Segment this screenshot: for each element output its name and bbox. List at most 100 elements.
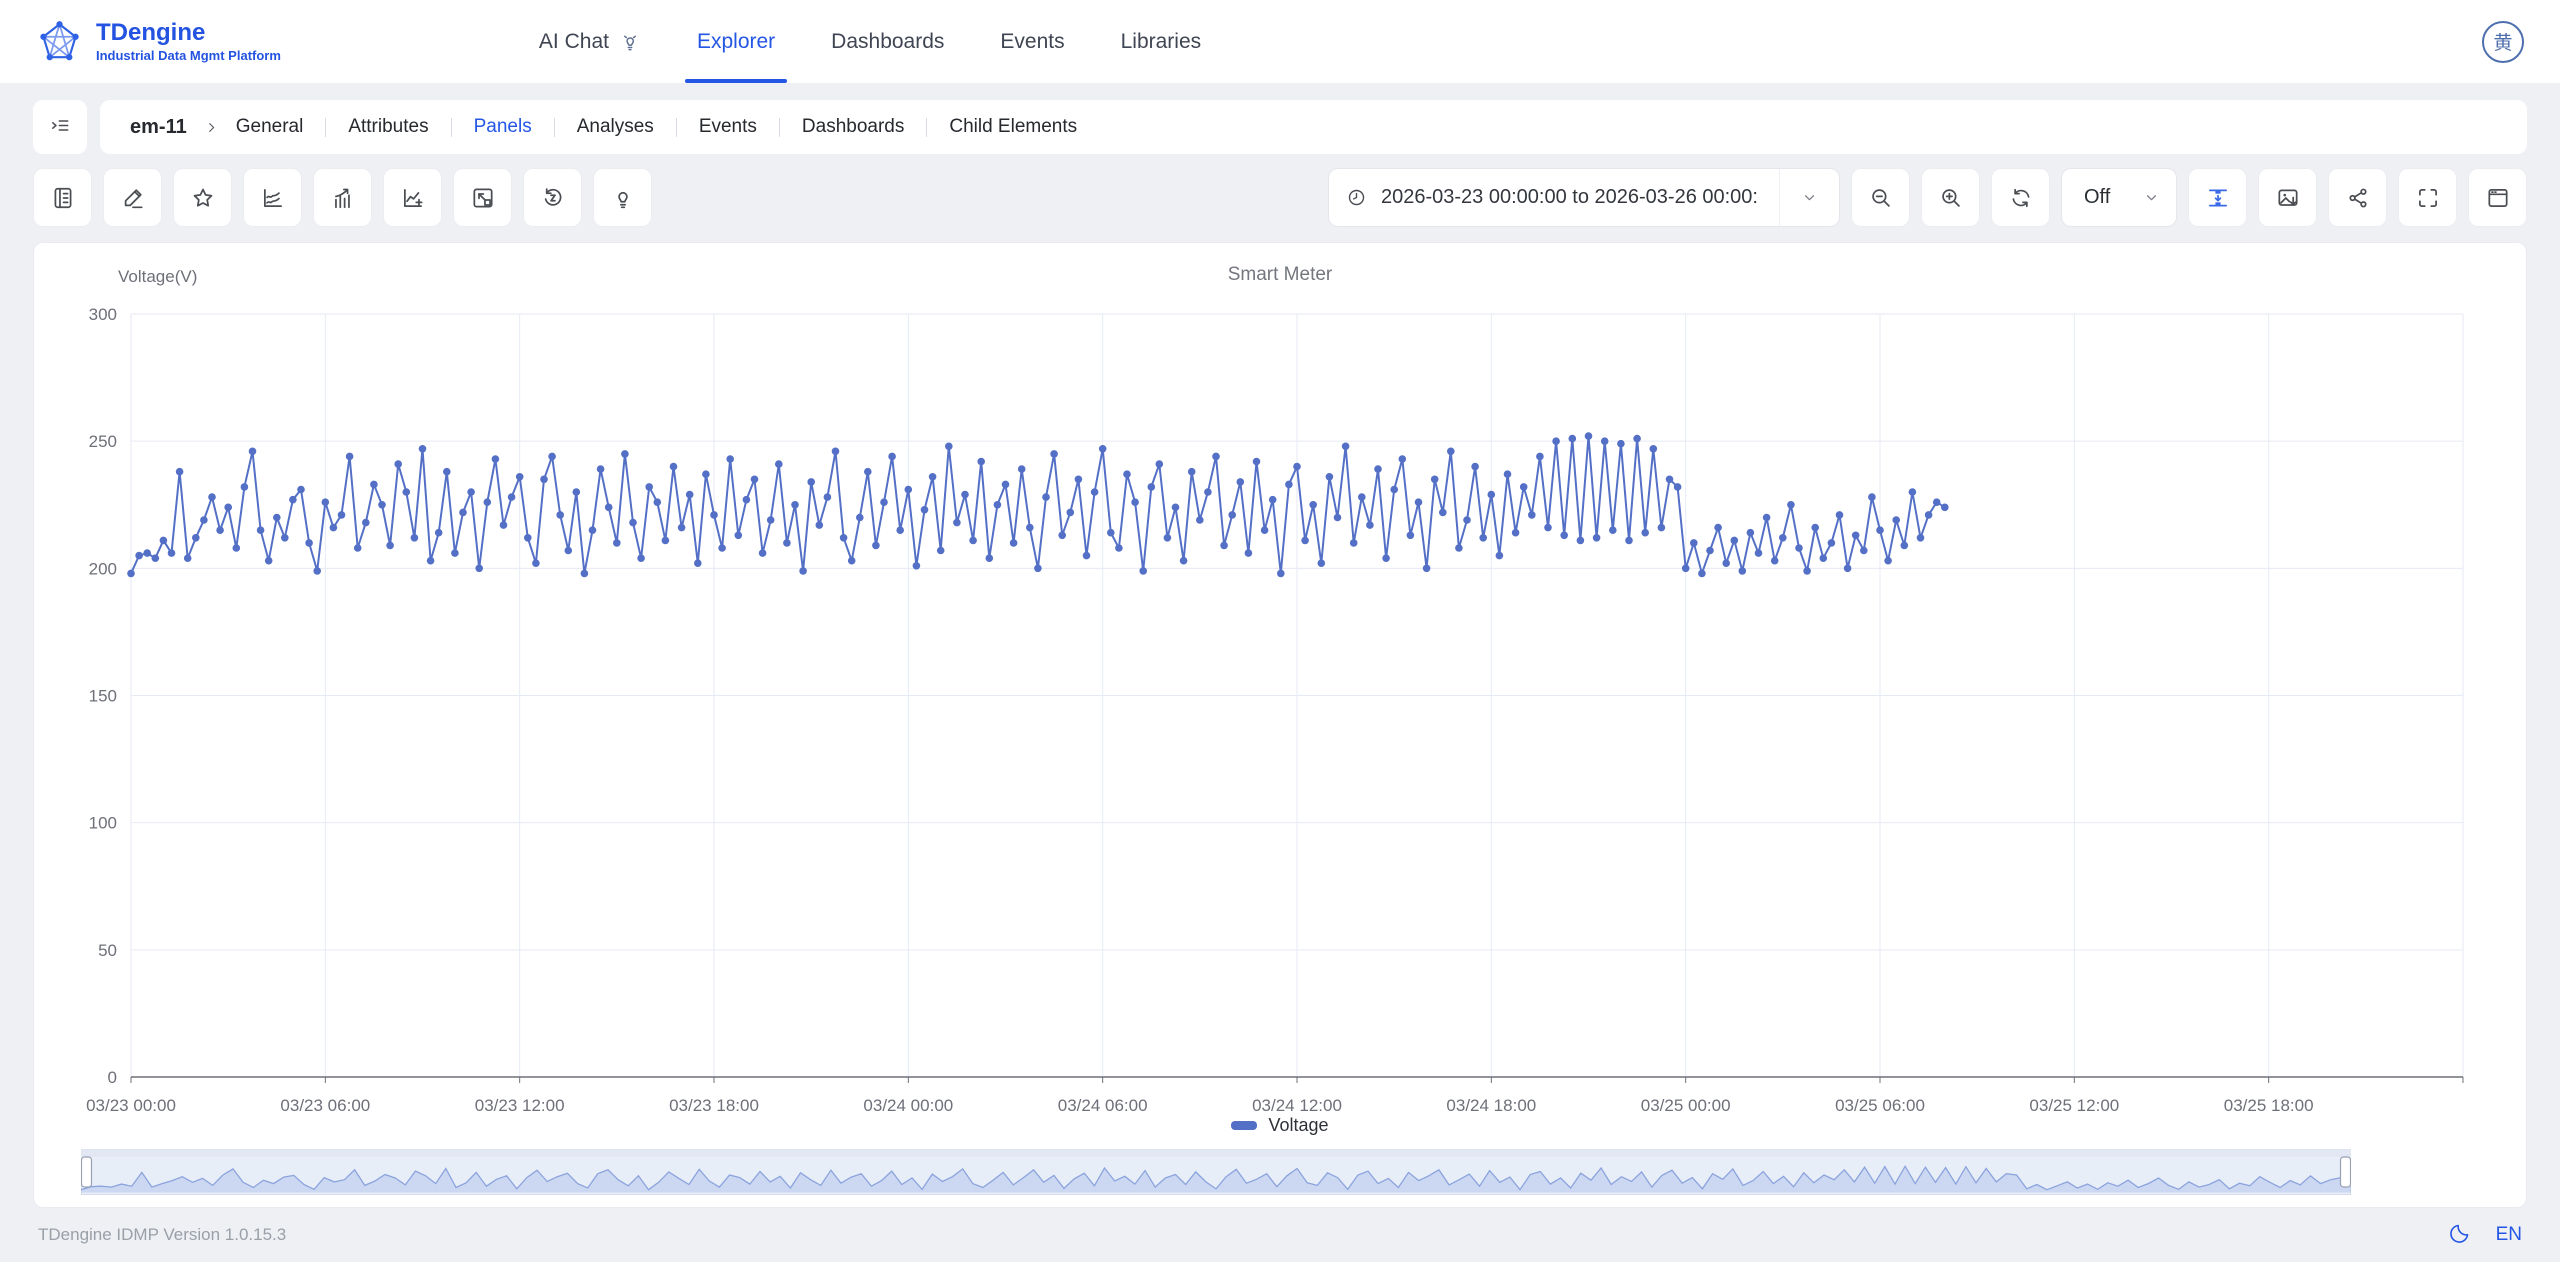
dark-mode-toggle[interactable] — [2448, 1221, 2472, 1250]
sidebar-toggle-button[interactable] — [33, 100, 87, 154]
zoom-out-button[interactable] — [1851, 168, 1910, 227]
window-icon — [2485, 185, 2511, 211]
tdengine-logo-icon — [36, 18, 83, 65]
svg-text:250: 250 — [89, 432, 117, 451]
refresh-interval-select[interactable]: Off — [2061, 168, 2177, 227]
brand-logo[interactable]: TDengine Industrial Data Mgmt Platform — [36, 18, 281, 65]
share-icon — [2345, 185, 2371, 211]
ai-bulb-icon — [619, 31, 641, 53]
svg-text:0: 0 — [108, 1068, 117, 1087]
panel-list-button[interactable] — [33, 168, 92, 227]
sidebar-toggle-icon — [49, 114, 72, 140]
app-footer: TDengine IDMP Version 1.0.15.3 EN — [0, 1208, 2560, 1262]
refresh-icon — [2008, 185, 2034, 211]
svg-text:03/24 18:00: 03/24 18:00 — [1446, 1096, 1536, 1115]
nav-tab-explorer[interactable]: Explorer — [669, 0, 803, 83]
edit-button[interactable] — [103, 168, 162, 227]
time-scrubber[interactable] — [81, 1149, 2351, 1195]
resize-button[interactable] — [453, 168, 512, 227]
language-switch[interactable]: EN — [2496, 1224, 2522, 1246]
nav-tab-label: Explorer — [697, 30, 775, 54]
separator — [325, 118, 326, 137]
share-button[interactable] — [2328, 168, 2387, 227]
refresh-button[interactable] — [1991, 168, 2050, 227]
star-icon — [190, 185, 216, 211]
crumb-tab-analyses[interactable]: Analyses — [577, 116, 654, 138]
nav-tab-events[interactable]: Events — [972, 0, 1092, 83]
clock-icon — [1346, 187, 1367, 208]
nav-tab-label: Events — [1000, 30, 1064, 54]
new-window-button[interactable] — [2468, 168, 2527, 227]
brand-title: TDengine — [96, 20, 281, 46]
svg-text:03/25 00:00: 03/25 00:00 — [1641, 1096, 1731, 1115]
history-icon — [540, 185, 566, 211]
svg-text:03/25 18:00: 03/25 18:00 — [2224, 1096, 2314, 1115]
notebook-icon — [50, 185, 76, 211]
svg-text:03/25 06:00: 03/25 06:00 — [1835, 1096, 1925, 1115]
voltage-chart-plot[interactable]: 05010015020025030003/23 00:0003/23 06:00… — [34, 243, 2528, 1143]
svg-text:100: 100 — [89, 814, 117, 833]
zoom-out-icon — [1868, 185, 1894, 211]
favorite-button[interactable] — [173, 168, 232, 227]
fullscreen-icon — [2415, 185, 2441, 211]
user-avatar[interactable]: 黄 — [2482, 21, 2524, 63]
nav-tab-dashboards[interactable]: Dashboards — [803, 0, 972, 83]
insight-button[interactable] — [593, 168, 652, 227]
bulb-icon — [610, 185, 636, 211]
svg-text:03/23 00:00: 03/23 00:00 — [86, 1096, 176, 1115]
chevron-down-icon — [1800, 188, 1819, 207]
scrubber-right-handle[interactable] — [2341, 1157, 2351, 1187]
svg-text:03/24 00:00: 03/24 00:00 — [863, 1096, 953, 1115]
scrubber-left-handle[interactable] — [82, 1157, 92, 1187]
collapse-panel-button[interactable] — [2188, 168, 2247, 227]
nav-tab-label: AI Chat — [539, 30, 609, 54]
crumb-tab-events[interactable]: Events — [699, 116, 757, 138]
export-image-button[interactable] — [2258, 168, 2317, 227]
separator — [779, 118, 780, 137]
nav-tab-ai-chat[interactable]: AI Chat — [511, 0, 669, 83]
time-range-picker[interactable]: 2026-03-23 00:00:00 to 2026-03-26 00:00: — [1328, 168, 1840, 227]
legend-item-voltage[interactable]: Voltage — [34, 1115, 2526, 1136]
zoom-in-button[interactable] — [1921, 168, 1980, 227]
crumb-tab-general[interactable]: General — [236, 116, 304, 138]
refresh-interval-value: Off — [2084, 186, 2110, 209]
chart-toolbar: 2026-03-23 00:00:00 to 2026-03-26 00:00:… — [33, 168, 2527, 227]
time-range-value: 2026-03-23 00:00:00 to 2026-03-26 00:00: — [1381, 186, 1779, 209]
svg-text:150: 150 — [89, 687, 117, 706]
separator — [926, 118, 927, 137]
legend-label: Voltage — [1268, 1115, 1328, 1136]
zoom-in-icon — [1938, 185, 1964, 211]
line-chart-button[interactable] — [243, 168, 302, 227]
crumb-tab-attributes[interactable]: Attributes — [348, 116, 428, 138]
breadcrumb-root[interactable]: em-11 — [130, 116, 187, 139]
crumb-chevron-icon — [203, 119, 220, 136]
separator — [554, 118, 555, 137]
crumb-tab-panels[interactable]: Panels — [474, 116, 532, 138]
line-chart-icon — [260, 185, 286, 211]
crumb-tab-child-elements[interactable]: Child Elements — [949, 116, 1077, 138]
svg-text:50: 50 — [98, 941, 117, 960]
export-image-icon — [2275, 185, 2301, 211]
fullscreen-button[interactable] — [2398, 168, 2457, 227]
svg-text:03/23 06:00: 03/23 06:00 — [280, 1096, 370, 1115]
svg-text:200: 200 — [89, 559, 117, 578]
version-text: TDengine IDMP Version 1.0.15.3 — [38, 1225, 286, 1245]
edit-icon — [120, 185, 146, 211]
brand-subtitle: Industrial Data Mgmt Platform — [96, 49, 281, 63]
crumb-tab-dashboards[interactable]: Dashboards — [802, 116, 904, 138]
svg-text:03/24 06:00: 03/24 06:00 — [1058, 1096, 1148, 1115]
bar-chart-button[interactable] — [313, 168, 372, 227]
app-header: TDengine Industrial Data Mgmt Platform A… — [0, 0, 2560, 83]
breadcrumb-row: em-11 General Attributes Panels Analyses Eve… — [33, 100, 2527, 154]
svg-text:03/25 12:00: 03/25 12:00 — [2029, 1096, 2119, 1115]
history-button[interactable] — [523, 168, 582, 227]
breadcrumb: em-11 General Attributes Panels Analyses Eve… — [100, 100, 2527, 154]
chart-panel: Voltage(V) Smart Meter 05010015020025030… — [33, 242, 2527, 1208]
nav-tab-libraries[interactable]: Libraries — [1093, 0, 1230, 83]
svg-text:03/24 12:00: 03/24 12:00 — [1252, 1096, 1342, 1115]
time-range-dropdown[interactable] — [1779, 169, 1839, 226]
chart-add-icon — [400, 185, 426, 211]
add-chart-button[interactable] — [383, 168, 442, 227]
resize-icon — [470, 185, 496, 211]
separator — [676, 118, 677, 137]
